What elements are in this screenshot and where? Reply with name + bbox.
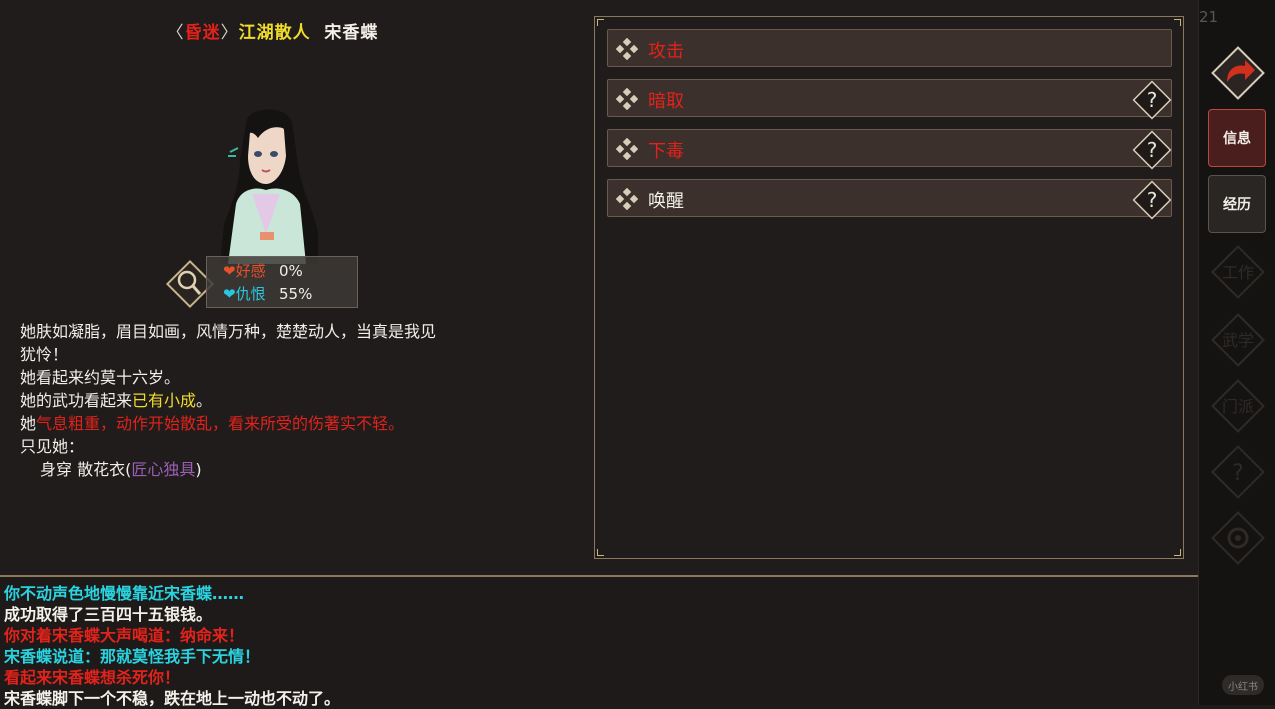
desc-line: 只见她： bbox=[20, 437, 85, 456]
hatred-row: ❤仇恨 55% bbox=[223, 283, 312, 305]
tab-info[interactable]: 信息 bbox=[1208, 109, 1266, 167]
tab-work[interactable]: 工作 bbox=[1206, 240, 1270, 304]
diamond-bullet-icon bbox=[616, 138, 638, 160]
back-arrow-icon[interactable] bbox=[1207, 42, 1269, 104]
desc-line: 她肤如凝脂，眉目如画，风情万种，楚楚动人，当真是我见 bbox=[20, 322, 437, 341]
action-awaken[interactable]: 唤醒 ? bbox=[607, 179, 1172, 220]
npc-description: 她肤如凝脂，眉目如画，风情万种，楚楚动人，当真是我见 犹怜！ 她看起来约莫十六岁… bbox=[20, 320, 540, 481]
svg-text:?: ? bbox=[1147, 138, 1158, 162]
hatred-label: 仇恨 bbox=[235, 285, 266, 303]
svg-text:工作: 工作 bbox=[1222, 263, 1254, 282]
top-number: 21 bbox=[1199, 8, 1219, 26]
npc-portrait bbox=[220, 109, 318, 264]
hatred-value: 55% bbox=[279, 285, 313, 303]
favor-row: ❤好感 0% bbox=[223, 260, 303, 282]
action-label: 唤醒 bbox=[648, 191, 684, 212]
log-line: 宋香蝶脚下一个不稳，跌在地上一动也不动了。 bbox=[4, 689, 341, 708]
diamond-bullet-icon bbox=[616, 88, 638, 110]
injury-state: 气息粗重，动作开始散乱，看来所受的伤著实不轻。 bbox=[36, 414, 405, 433]
message-log[interactable]: 你不动声色地慢慢靠近宋香蝶…… 成功取得了三百四十五银钱。 你对着宋香蝶大声喝道… bbox=[0, 575, 1198, 708]
action-label: 下毒 bbox=[648, 141, 684, 162]
svg-text:?: ? bbox=[1147, 88, 1158, 112]
bracket-close: 〉 bbox=[220, 23, 239, 43]
question-icon[interactable]: ? bbox=[1131, 179, 1173, 221]
log-line: 你不动声色地慢慢靠近宋香蝶…… bbox=[4, 584, 245, 603]
npc-faction: 江湖散人 bbox=[238, 23, 311, 43]
tab-history[interactable]: 经历 bbox=[1208, 175, 1266, 233]
diamond-bullet-icon bbox=[616, 188, 638, 210]
gear-icon[interactable] bbox=[1206, 506, 1270, 570]
tab-sect[interactable]: 门派 bbox=[1206, 374, 1270, 438]
svg-text:武学: 武学 bbox=[1222, 331, 1254, 350]
favor-value: 0% bbox=[279, 262, 303, 280]
heart-icon: ❤ bbox=[223, 262, 236, 280]
svg-text:?: ? bbox=[1147, 188, 1158, 212]
npc-name: 宋香蝶 bbox=[324, 23, 379, 43]
log-line: 宋香蝶说道：那就莫怪我手下无情！ bbox=[4, 647, 261, 666]
svg-text:门派: 门派 bbox=[1222, 397, 1254, 416]
item-quality: 匠心独具 bbox=[131, 460, 196, 479]
log-line: 看起来宋香蝶想杀死你！ bbox=[4, 668, 181, 687]
log-line: 成功取得了三百四十五银钱。 bbox=[4, 605, 213, 624]
bracket-open: 〈 bbox=[166, 23, 185, 43]
question-icon[interactable]: ? bbox=[1131, 79, 1173, 121]
diamond-bullet-icon bbox=[616, 38, 638, 60]
desc-line: 她看起来约莫十六岁。 bbox=[20, 368, 181, 387]
desc-line: 她气息粗重，动作开始散乱，看来所受的伤著实不轻。 bbox=[20, 414, 405, 433]
question-icon[interactable]: ? bbox=[1131, 129, 1173, 171]
question-icon[interactable]: ? bbox=[1206, 440, 1270, 504]
action-attack[interactable]: 攻击 bbox=[607, 29, 1172, 67]
svg-text:?: ? bbox=[1232, 461, 1244, 486]
action-label: 攻击 bbox=[648, 41, 684, 62]
relation-stats: ❤好感 0% ❤仇恨 55% bbox=[206, 256, 358, 308]
log-line: 你对着宋香蝶大声喝道：纳命来！ bbox=[4, 626, 245, 645]
heart-icon: ❤ bbox=[223, 285, 236, 303]
npc-title: 〈昏迷〉江湖散人 宋香蝶 bbox=[0, 18, 545, 43]
tab-martial[interactable]: 武学 bbox=[1206, 308, 1270, 372]
watermark: 小红书 bbox=[1222, 675, 1264, 695]
action-poison[interactable]: 下毒 ? bbox=[607, 129, 1172, 170]
right-sidebar: 21 信息 经历 工作 武学 门派 ? bbox=[1198, 0, 1275, 705]
desc-line: 身穿 散花衣(匠心独具) bbox=[40, 460, 202, 479]
desc-line: 犹怜！ bbox=[20, 345, 69, 364]
martial-level: 已有小成 bbox=[132, 391, 197, 410]
action-steal[interactable]: 暗取 ? bbox=[607, 79, 1172, 120]
desc-line: 她的武功看起来已有小成。 bbox=[20, 391, 213, 410]
action-label: 暗取 bbox=[648, 91, 684, 112]
favor-label: 好感 bbox=[235, 262, 266, 280]
npc-status: 昏迷 bbox=[184, 23, 221, 43]
